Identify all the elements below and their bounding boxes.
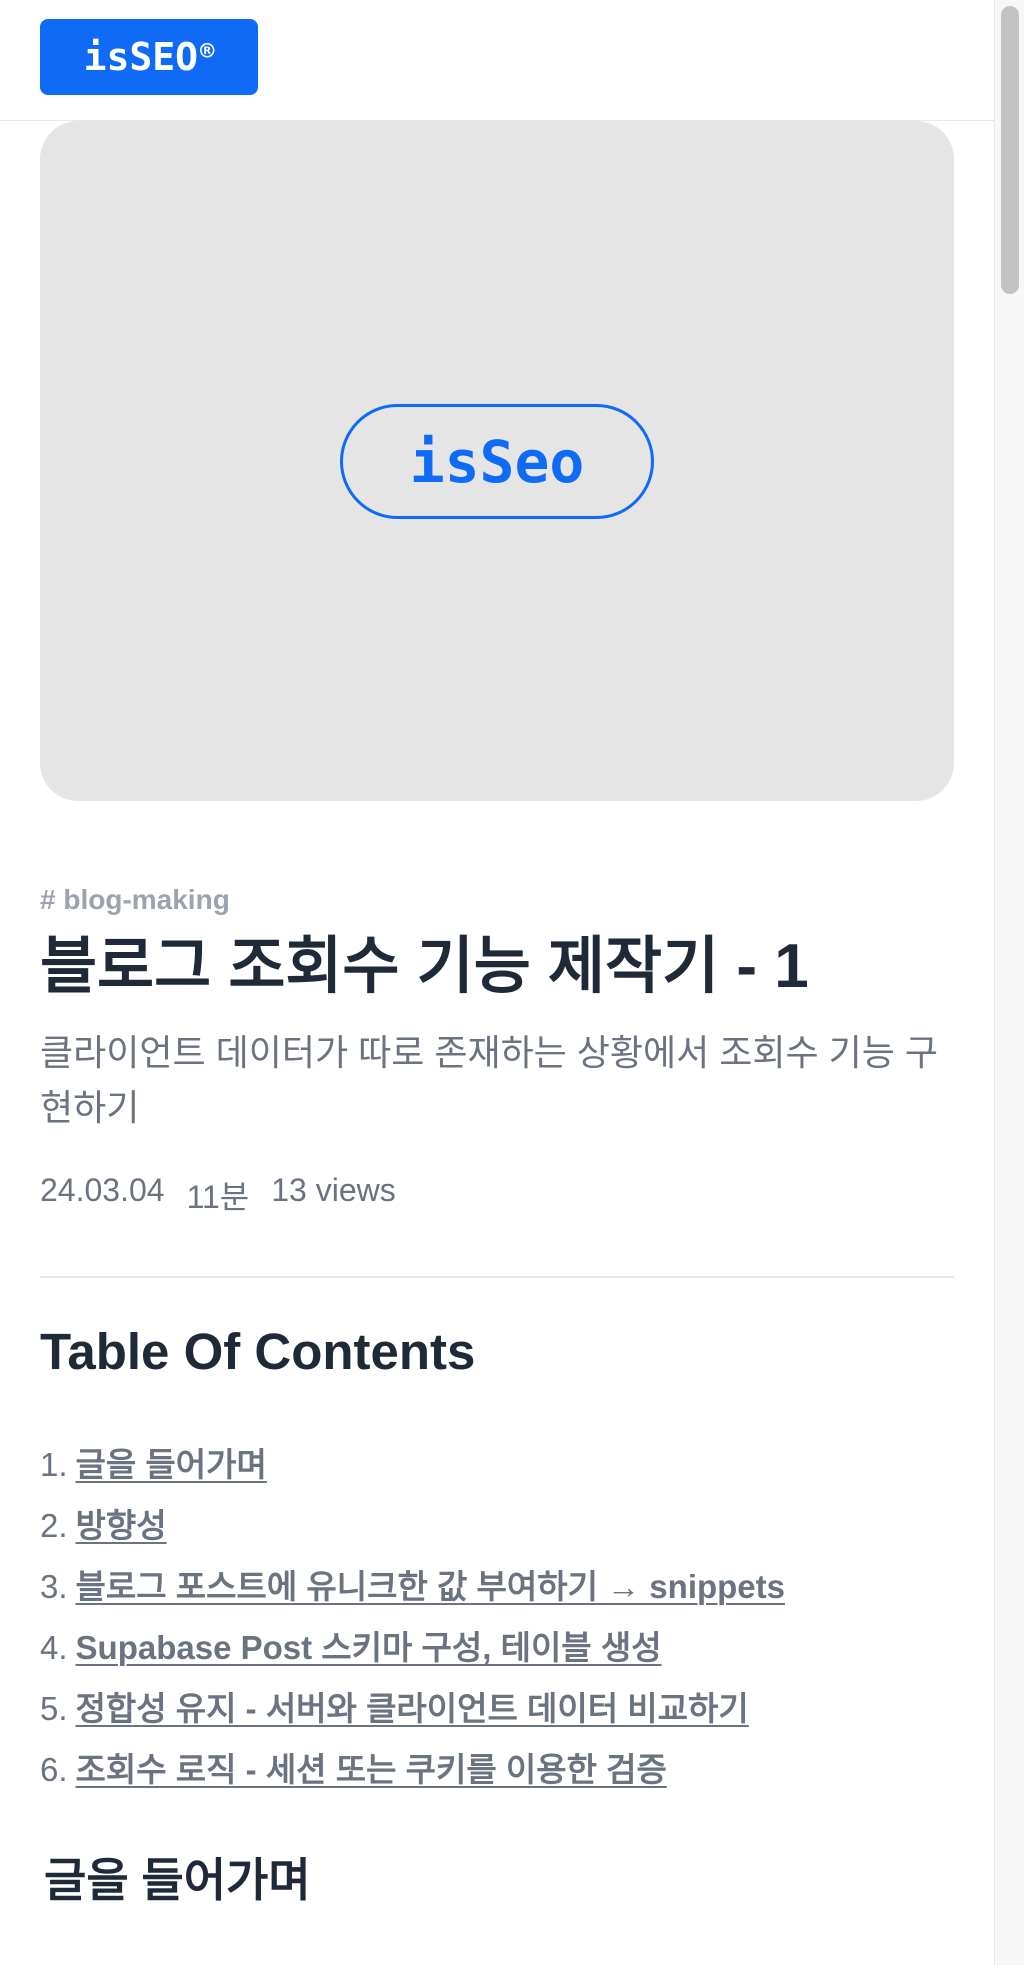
toc-item-number: 4. xyxy=(40,1629,68,1666)
logo-text: isSEO xyxy=(83,35,198,79)
meta-divider xyxy=(40,1276,954,1278)
vertical-scrollbar[interactable] xyxy=(994,0,1024,1965)
post-read-time: 11분 xyxy=(186,1179,250,1215)
toc-link[interactable]: Supabase Post 스키마 구성, 테이블 생성 xyxy=(76,1617,662,1678)
toc-link[interactable]: 방향성 xyxy=(76,1495,167,1556)
thumbnail-logo-badge: isSeo xyxy=(340,404,654,519)
toc-item: 2. 방향성 xyxy=(40,1495,785,1556)
blog-post-page: isSEO ® isSeo # blog-making 블로그 조회수 기능 제작… xyxy=(0,0,994,1965)
toc-list: 1. 글을 들어가며 2. 방향성 3. 블로그 포스트에 유니크한 값 부여하… xyxy=(40,1434,785,1800)
post-meta: 24.03.04 11분 13 views xyxy=(40,1172,396,1218)
post-views: 13 views xyxy=(271,1172,396,1208)
toc-link[interactable]: 정합성 유지 - 서버와 클라이언트 데이터 비교하기 xyxy=(76,1678,749,1739)
toc-title: Table Of Contents xyxy=(40,1323,476,1380)
toc-item-number: 3. xyxy=(40,1568,68,1605)
toc-link[interactable]: 글을 들어가며 xyxy=(76,1434,267,1495)
scrollbar-thumb[interactable] xyxy=(1001,6,1019,294)
thumbnail-logo-text: isSeo xyxy=(409,427,585,496)
browser-viewport: isSEO ® isSeo # blog-making 블로그 조회수 기능 제작… xyxy=(0,0,1024,1965)
toc-link[interactable]: 조회수 로직 - 세션 또는 쿠키를 이용한 검증 xyxy=(76,1739,667,1800)
toc-item-number: 1. xyxy=(40,1446,68,1483)
toc-item-number: 5. xyxy=(40,1690,68,1727)
toc-link[interactable]: 블로그 포스트에 유니크한 값 부여하기 → snippets xyxy=(76,1556,785,1617)
toc-item: 3. 블로그 포스트에 유니크한 값 부여하기 → snippets xyxy=(40,1556,785,1617)
site-header: isSEO ® xyxy=(0,0,994,121)
toc-item: 6. 조회수 로직 - 세션 또는 쿠키를 이용한 검증 xyxy=(40,1739,785,1800)
toc-item: 1. 글을 들어가며 xyxy=(40,1434,785,1495)
toc-item-number: 6. xyxy=(40,1751,68,1788)
post-date: 24.03.04 xyxy=(40,1172,165,1208)
post-thumbnail: isSeo xyxy=(40,121,954,801)
post-tag-link[interactable]: # blog-making xyxy=(40,884,230,916)
post-subtitle: 클라이언트 데이터가 따로 존재하는 상황에서 조회수 기능 구현하기 xyxy=(40,1032,939,1128)
section-heading: 글을 들어가며 xyxy=(44,1854,311,1906)
registered-mark: ® xyxy=(199,37,215,65)
toc-item: 5. 정합성 유지 - 서버와 클라이언트 데이터 비교하기 xyxy=(40,1678,785,1739)
toc-item-number: 2. xyxy=(40,1507,68,1544)
toc-item: 4. Supabase Post 스키마 구성, 테이블 생성 xyxy=(40,1617,785,1678)
home-logo-button[interactable]: isSEO ® xyxy=(40,19,258,95)
post-title: 블로그 조회수 기능 제작기 - 1 xyxy=(40,932,809,1001)
